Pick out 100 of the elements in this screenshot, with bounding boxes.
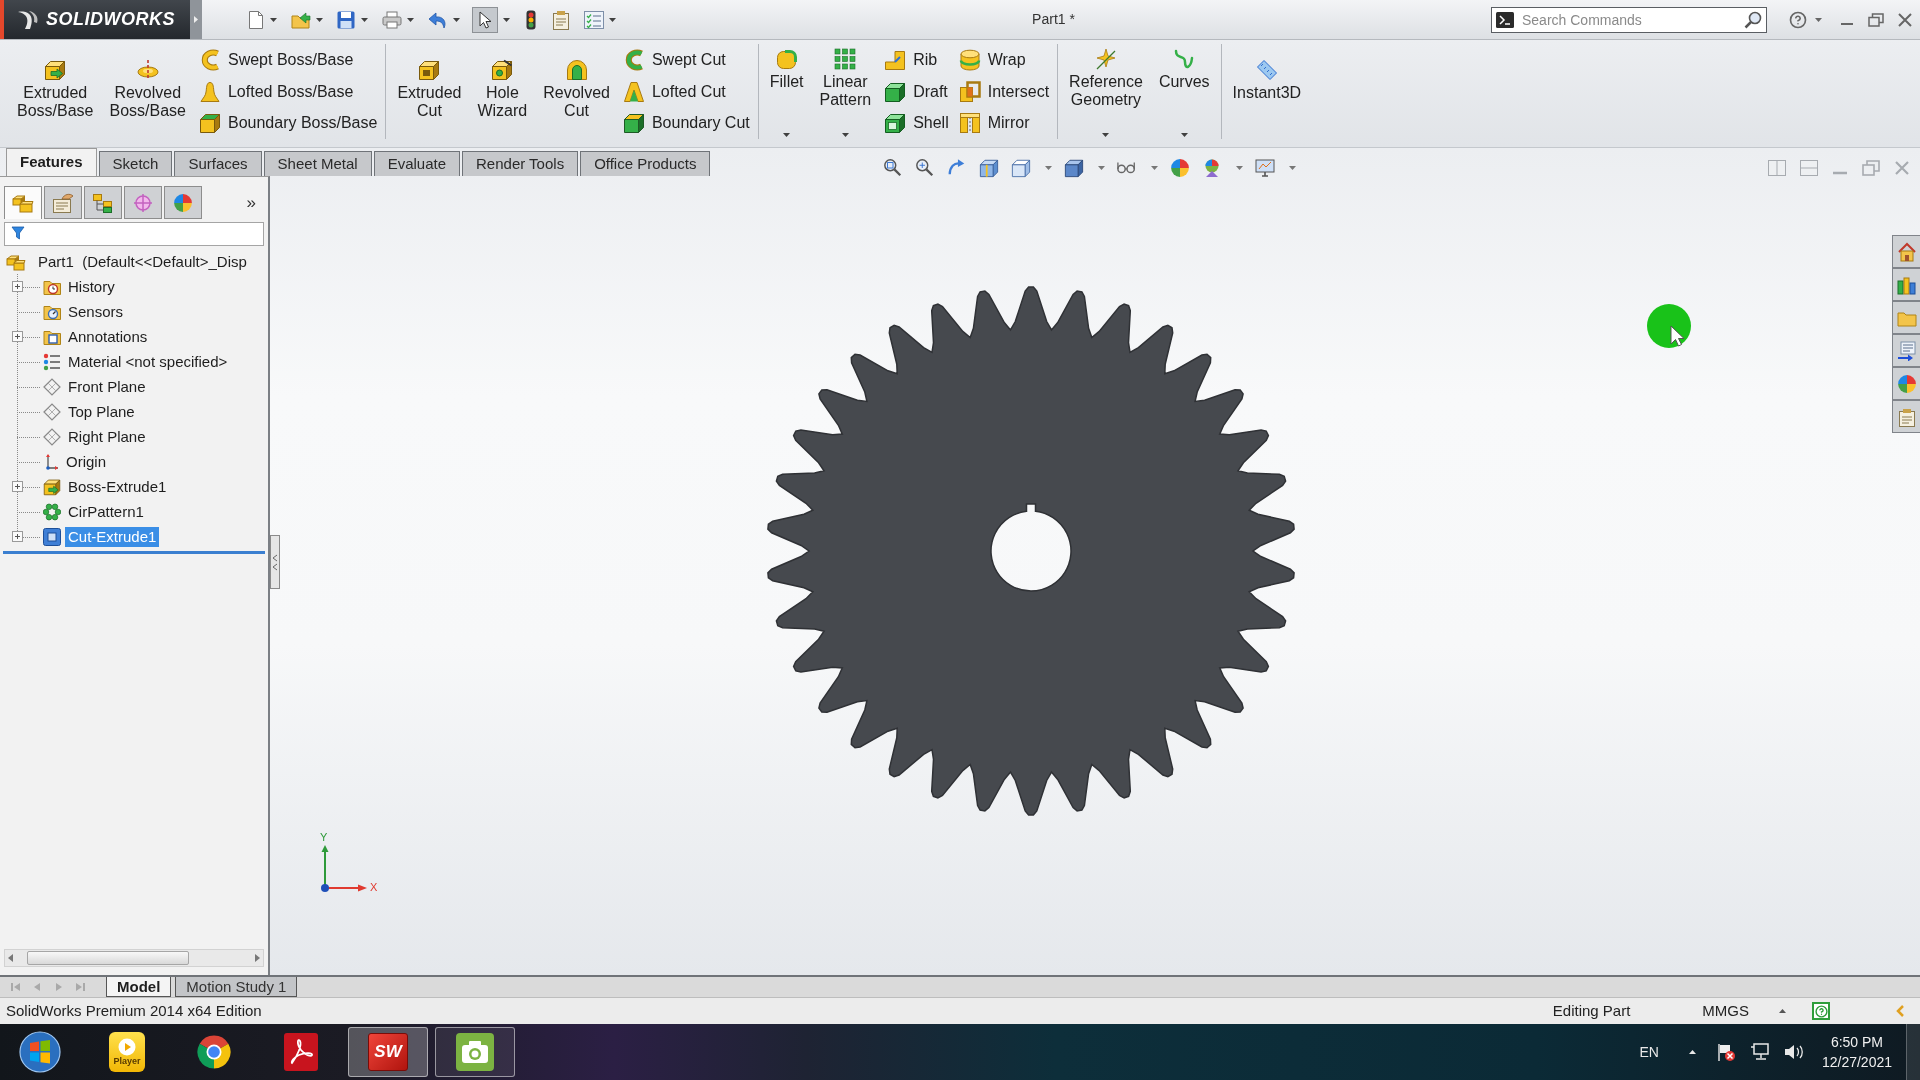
- shaded-cube-icon[interactable]: [1064, 158, 1085, 178]
- caret-icon[interactable]: [783, 133, 791, 137]
- expand-icon[interactable]: [12, 481, 23, 492]
- taskbar-button[interactable]: [435, 1027, 515, 1077]
- panel-tab[interactable]: [4, 186, 42, 219]
- tree-item[interactable]: Origin: [63, 451, 109, 472]
- ribbon-button[interactable]: Rib: [884, 44, 949, 76]
- tab[interactable]: Features: [6, 148, 97, 176]
- ribbon-button[interactable]: Revolved Boss/Base: [106, 44, 189, 139]
- tab[interactable]: Render Tools: [462, 151, 579, 176]
- tree-item[interactable]: Sensors: [65, 301, 127, 322]
- monitor-icon[interactable]: [1255, 158, 1276, 178]
- caret-icon[interactable]: [1180, 133, 1188, 137]
- tree-item[interactable]: Annotations: [65, 326, 151, 347]
- expand-icon[interactable]: [12, 331, 23, 342]
- ribbon-button[interactable]: Fillet: [766, 44, 807, 139]
- units-button[interactable]: MMGS: [1702, 999, 1749, 1023]
- panel-tab[interactable]: [84, 186, 122, 219]
- ribbon-button[interactable]: Swept Boss/Base: [198, 44, 378, 76]
- tab[interactable]: Sheet Metal: [263, 151, 372, 176]
- caret-icon[interactable]: [503, 17, 510, 22]
- network-icon[interactable]: [1749, 1043, 1770, 1061]
- ribbon-button[interactable]: Swept Cut: [622, 44, 750, 76]
- split-cube-icon[interactable]: [979, 158, 1000, 178]
- tree-item[interactable]: Boss-Extrude1: [65, 476, 170, 497]
- tab[interactable]: Evaluate: [373, 151, 460, 176]
- ribbon-button[interactable]: Boundary Boss/Base: [198, 107, 378, 139]
- tile-icon[interactable]: [1768, 160, 1786, 176]
- clipboard-icon[interactable]: [552, 9, 570, 30]
- caret-icon[interactable]: [407, 17, 414, 22]
- ribbon-button[interactable]: Hole Wizard: [474, 44, 531, 139]
- tree-item[interactable]: Front Plane: [65, 376, 149, 397]
- tree-item[interactable]: Right Plane: [65, 426, 149, 447]
- tab[interactable]: Sketch: [98, 151, 173, 176]
- ribbon-button[interactable]: Draft: [884, 75, 949, 108]
- help-icon[interactable]: [1812, 1002, 1830, 1020]
- tab[interactable]: Office Products: [580, 151, 711, 176]
- ribbon-button[interactable]: Mirror: [958, 107, 1050, 139]
- task-pane-tab[interactable]: [1892, 268, 1920, 301]
- caret-icon[interactable]: [841, 133, 849, 137]
- task-pane-tab[interactable]: [1892, 235, 1920, 268]
- cube-icon[interactable]: [1011, 158, 1032, 178]
- task-pane-tab[interactable]: [1892, 334, 1920, 367]
- caret-icon[interactable]: [1688, 1050, 1696, 1054]
- volume-icon[interactable]: [1783, 1043, 1804, 1061]
- horizontal-scrollbar[interactable]: [4, 949, 264, 967]
- caret-icon[interactable]: [609, 17, 616, 22]
- tree-item[interactable]: History: [65, 276, 118, 297]
- tree-item[interactable]: Part1 (Default<<Default>_Disp: [35, 251, 250, 272]
- ribbon-button[interactable]: Reference Geometry: [1066, 44, 1146, 139]
- caret-icon[interactable]: [270, 17, 277, 22]
- ribbon-button[interactable]: Revolved Cut: [540, 44, 613, 139]
- caret-icon[interactable]: [361, 17, 368, 22]
- flag-icon[interactable]: [1715, 1042, 1736, 1062]
- document-icon[interactable]: [248, 9, 264, 30]
- ribbon-button[interactable]: Extruded Cut: [394, 44, 465, 139]
- magnifier-icon[interactable]: [883, 158, 904, 178]
- tab[interactable]: Motion Study 1: [175, 977, 298, 997]
- panel-tab[interactable]: [44, 186, 82, 219]
- tree-item[interactable]: Material <not specified>: [65, 351, 231, 372]
- checklist-icon[interactable]: [584, 10, 604, 29]
- panel-tab[interactable]: [124, 186, 162, 219]
- magnifier-icon[interactable]: [915, 158, 936, 178]
- select-button[interactable]: [472, 6, 498, 33]
- task-pane-tab[interactable]: [1892, 367, 1920, 400]
- more-tabs-button[interactable]: »: [246, 194, 256, 211]
- collapse-handle[interactable]: [270, 535, 280, 589]
- caret-icon[interactable]: [316, 17, 323, 22]
- ribbon-button[interactable]: Intersect: [958, 75, 1050, 108]
- folder-arrow-icon[interactable]: [291, 10, 311, 29]
- task-pane-tab[interactable]: [1892, 301, 1920, 334]
- help-icon[interactable]: [1789, 10, 1807, 29]
- ribbon-button[interactable]: Extruded Boss/Base: [14, 44, 97, 139]
- language-indicator[interactable]: EN: [1639, 1041, 1659, 1063]
- filter-field[interactable]: [4, 221, 264, 246]
- caret-icon[interactable]: [1779, 1009, 1786, 1013]
- undo-icon[interactable]: [428, 10, 448, 29]
- tile-icon[interactable]: [1800, 160, 1818, 176]
- printer-icon[interactable]: [382, 10, 402, 29]
- flyout-button[interactable]: [190, 0, 202, 39]
- taskbar-button[interactable]: Player: [87, 1027, 167, 1077]
- tree-item[interactable]: CirPattern1: [65, 501, 147, 522]
- tab[interactable]: Surfaces: [174, 151, 262, 176]
- ribbon-button[interactable]: Curves: [1155, 44, 1213, 139]
- ribbon-button[interactable]: Lofted Cut: [622, 75, 750, 108]
- show-desktop-button[interactable]: [1906, 1024, 1920, 1080]
- ribbon-button[interactable]: Boundary Cut: [622, 107, 750, 139]
- caret-icon[interactable]: [1102, 133, 1110, 137]
- ribbon-button[interactable]: Linear Pattern: [816, 44, 875, 139]
- expand-icon[interactable]: [12, 531, 23, 542]
- ribbon-button[interactable]: Shell: [884, 107, 949, 139]
- ribbon-button[interactable]: Lofted Boss/Base: [198, 75, 378, 108]
- panel-tab[interactable]: [164, 186, 202, 219]
- restore-icon[interactable]: [1868, 12, 1884, 27]
- close-icon[interactable]: [1898, 12, 1912, 27]
- ribbon-button[interactable]: Wrap: [958, 44, 1050, 76]
- tree-item[interactable]: Top Plane: [65, 401, 138, 422]
- scrollbar-thumb[interactable]: [27, 951, 189, 965]
- expand-icon[interactable]: [12, 281, 23, 292]
- tab[interactable]: Model: [106, 977, 172, 997]
